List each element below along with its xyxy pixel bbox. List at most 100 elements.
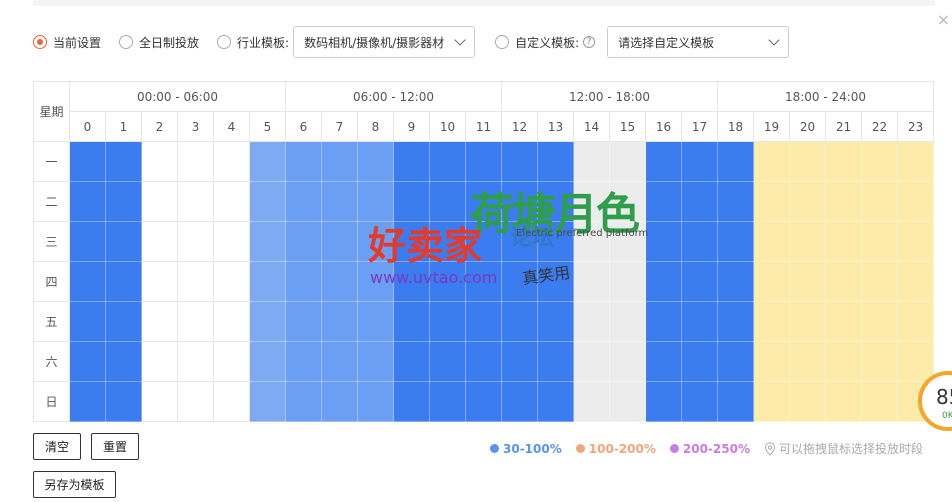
time-slot-cell[interactable] bbox=[501, 221, 538, 262]
time-slot-cell[interactable] bbox=[213, 141, 250, 182]
time-slot-cell[interactable] bbox=[321, 261, 358, 302]
time-slot-cell[interactable] bbox=[141, 301, 178, 342]
time-slot-cell[interactable] bbox=[789, 381, 826, 422]
time-slot-cell[interactable] bbox=[393, 301, 430, 342]
time-slot-cell[interactable] bbox=[141, 341, 178, 382]
time-slot-cell[interactable] bbox=[681, 181, 718, 222]
time-slot-cell[interactable] bbox=[537, 221, 574, 262]
time-slot-cell[interactable] bbox=[537, 181, 574, 222]
time-slot-cell[interactable] bbox=[357, 381, 394, 422]
time-slot-cell[interactable] bbox=[249, 381, 286, 422]
time-slot-cell[interactable] bbox=[285, 341, 322, 382]
time-slot-cell[interactable] bbox=[249, 141, 286, 182]
time-slot-cell[interactable] bbox=[681, 221, 718, 262]
time-slot-cell[interactable] bbox=[861, 261, 898, 302]
time-slot-cell[interactable] bbox=[681, 341, 718, 382]
time-slot-cell[interactable] bbox=[717, 341, 754, 382]
time-slot-cell[interactable] bbox=[609, 141, 646, 182]
time-slot-cell[interactable] bbox=[105, 221, 142, 262]
time-slot-cell[interactable] bbox=[609, 221, 646, 262]
time-slot-cell[interactable] bbox=[609, 301, 646, 342]
time-slot-cell[interactable] bbox=[141, 141, 178, 182]
time-slot-cell[interactable] bbox=[825, 221, 862, 262]
time-slot-cell[interactable] bbox=[249, 301, 286, 342]
time-slot-cell[interactable] bbox=[861, 181, 898, 222]
time-slot-cell[interactable] bbox=[69, 141, 106, 182]
time-slot-cell[interactable] bbox=[393, 221, 430, 262]
time-slot-cell[interactable] bbox=[609, 381, 646, 422]
time-slot-cell[interactable] bbox=[465, 261, 502, 302]
time-slot-cell[interactable] bbox=[717, 381, 754, 422]
time-slot-cell[interactable] bbox=[897, 301, 934, 342]
time-slot-cell[interactable] bbox=[753, 301, 790, 342]
time-slot-cell[interactable] bbox=[465, 341, 502, 382]
time-slot-cell[interactable] bbox=[429, 261, 466, 302]
time-slot-cell[interactable] bbox=[321, 381, 358, 422]
industry-template-select[interactable]: 数码相机/摄像机/摄影器材 bbox=[293, 26, 476, 58]
time-slot-cell[interactable] bbox=[825, 301, 862, 342]
custom-template-select[interactable]: 请选择自定义模板 bbox=[607, 26, 790, 58]
time-slot-cell[interactable] bbox=[717, 141, 754, 182]
time-slot-cell[interactable] bbox=[105, 341, 142, 382]
time-slot-cell[interactable] bbox=[897, 221, 934, 262]
time-slot-cell[interactable] bbox=[573, 341, 610, 382]
time-slot-cell[interactable] bbox=[357, 221, 394, 262]
time-slot-cell[interactable] bbox=[285, 261, 322, 302]
time-slot-cell[interactable] bbox=[825, 181, 862, 222]
time-slot-cell[interactable] bbox=[105, 141, 142, 182]
time-slot-cell[interactable] bbox=[825, 141, 862, 182]
time-slot-cell[interactable] bbox=[573, 381, 610, 422]
time-slot-cell[interactable] bbox=[501, 141, 538, 182]
time-slot-cell[interactable] bbox=[105, 261, 142, 302]
time-slot-cell[interactable] bbox=[465, 301, 502, 342]
time-slot-cell[interactable] bbox=[681, 141, 718, 182]
time-slot-cell[interactable] bbox=[645, 261, 682, 302]
time-slot-cell[interactable] bbox=[645, 221, 682, 262]
help-icon[interactable]: ? bbox=[583, 36, 596, 48]
time-slot-cell[interactable] bbox=[537, 261, 574, 302]
time-slot-cell[interactable] bbox=[861, 341, 898, 382]
time-slot-cell[interactable] bbox=[825, 261, 862, 302]
time-slot-cell[interactable] bbox=[681, 261, 718, 302]
time-slot-cell[interactable] bbox=[177, 221, 214, 262]
time-slot-cell[interactable] bbox=[357, 181, 394, 222]
time-slot-cell[interactable] bbox=[69, 381, 106, 422]
time-slot-cell[interactable] bbox=[105, 381, 142, 422]
time-slot-cell[interactable] bbox=[501, 181, 538, 222]
time-slot-cell[interactable] bbox=[789, 301, 826, 342]
time-slot-cell[interactable] bbox=[645, 301, 682, 342]
time-slot-cell[interactable] bbox=[717, 301, 754, 342]
time-slot-cell[interactable] bbox=[789, 341, 826, 382]
time-slot-cell[interactable] bbox=[465, 381, 502, 422]
time-slot-cell[interactable] bbox=[105, 181, 142, 222]
time-slot-cell[interactable] bbox=[897, 341, 934, 382]
time-slot-cell[interactable] bbox=[645, 381, 682, 422]
time-slot-cell[interactable] bbox=[573, 301, 610, 342]
time-slot-cell[interactable] bbox=[465, 221, 502, 262]
time-slot-cell[interactable] bbox=[285, 141, 322, 182]
clear-button[interactable]: 清空 bbox=[33, 433, 81, 460]
time-slot-cell[interactable] bbox=[285, 381, 322, 422]
time-slot-cell[interactable] bbox=[753, 221, 790, 262]
time-slot-cell[interactable] bbox=[717, 261, 754, 302]
time-slot-cell[interactable] bbox=[501, 261, 538, 302]
time-slot-cell[interactable] bbox=[249, 221, 286, 262]
time-slot-cell[interactable] bbox=[789, 141, 826, 182]
time-slot-cell[interactable] bbox=[393, 341, 430, 382]
time-slot-cell[interactable] bbox=[645, 181, 682, 222]
time-slot-cell[interactable] bbox=[393, 181, 430, 222]
time-slot-cell[interactable] bbox=[69, 341, 106, 382]
time-slot-cell[interactable] bbox=[213, 301, 250, 342]
time-slot-cell[interactable] bbox=[177, 341, 214, 382]
time-slot-cell[interactable] bbox=[249, 261, 286, 302]
time-slot-cell[interactable] bbox=[573, 141, 610, 182]
time-slot-cell[interactable] bbox=[393, 261, 430, 302]
time-slot-cell[interactable] bbox=[393, 141, 430, 182]
time-slot-cell[interactable] bbox=[429, 141, 466, 182]
time-slot-cell[interactable] bbox=[357, 341, 394, 382]
time-slot-cell[interactable] bbox=[249, 181, 286, 222]
time-slot-cell[interactable] bbox=[681, 301, 718, 342]
radio-current-settings[interactable]: 当前设置 bbox=[33, 34, 101, 51]
time-slot-cell[interactable] bbox=[861, 301, 898, 342]
time-slot-cell[interactable] bbox=[501, 381, 538, 422]
